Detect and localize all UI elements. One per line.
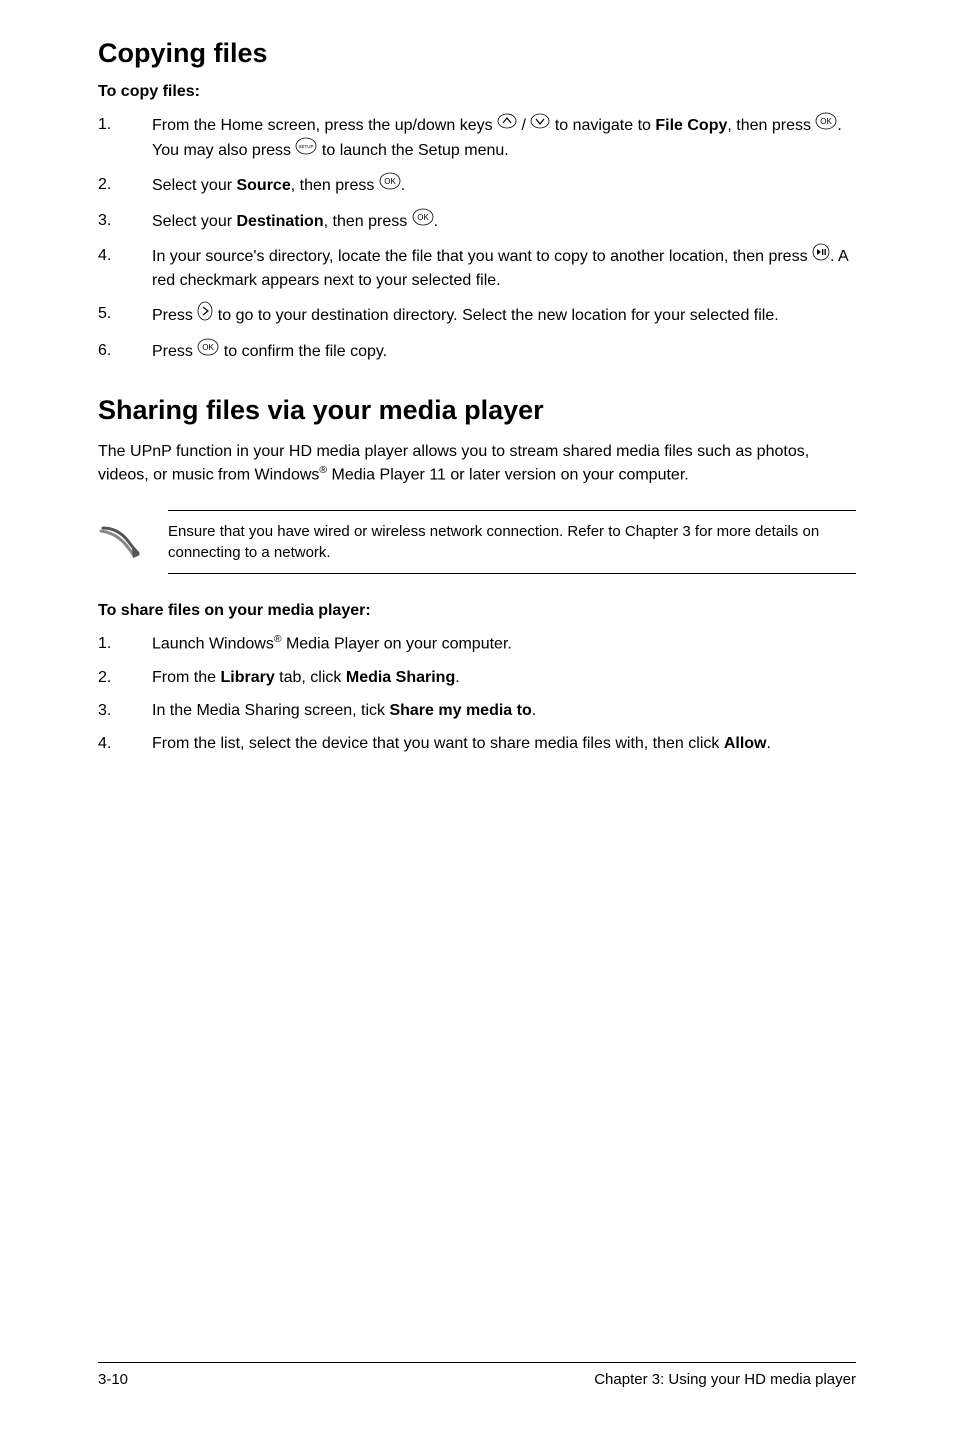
sharing-body: The UPnP function in your HD media playe… [98, 440, 856, 487]
setup-key-icon: SETUP [295, 137, 317, 162]
ok-key-icon: OK [412, 208, 434, 233]
registered-symbol: ® [319, 465, 327, 476]
right-key-icon [197, 301, 213, 328]
copy-step-4: In your source's directory, locate the f… [98, 244, 856, 292]
heading-sharing-files: Sharing files via your media player [98, 395, 856, 426]
share-steps-list: Launch Windows® Media Player on your com… [98, 632, 856, 755]
copy-step-2: Select your Source, then press OK. [98, 173, 856, 198]
note-block: Ensure that you have wired or wireless n… [98, 510, 856, 574]
note-icon [98, 523, 168, 561]
svg-text:OK: OK [203, 343, 215, 352]
copy-step-5: Press to go to your destination director… [98, 302, 856, 329]
copy-step-6: Press OK to confirm the file copy. [98, 339, 856, 364]
registered-symbol: ® [274, 634, 282, 645]
up-key-icon [497, 113, 517, 136]
svg-text:SETUP: SETUP [299, 144, 314, 149]
svg-text:OK: OK [384, 177, 396, 186]
share-step-3: In the Media Sharing screen, tick Share … [98, 699, 856, 722]
divider [168, 573, 856, 574]
svg-text:OK: OK [417, 213, 429, 222]
play-pause-key-icon [812, 243, 830, 268]
svg-text:OK: OK [821, 117, 833, 126]
ok-key-icon: OK [815, 112, 837, 137]
share-step-4: From the list, select the device that yo… [98, 732, 856, 755]
copy-step-3: Select your Destination, then press OK. [98, 209, 856, 234]
subhead-to-copy: To copy files: [98, 83, 856, 101]
divider [98, 1362, 856, 1363]
chapter-label: Chapter 3: Using your HD media player [594, 1371, 856, 1388]
subhead-to-share: To share files on your media player: [98, 602, 856, 620]
heading-copying-files: Copying files [98, 38, 856, 69]
ok-key-icon: OK [379, 172, 401, 197]
down-key-icon [530, 113, 550, 136]
share-step-2: From the Library tab, click Media Sharin… [98, 666, 856, 689]
page-footer: 3-10 Chapter 3: Using your HD media play… [98, 1362, 856, 1388]
copy-step-1: From the Home screen, press the up/down … [98, 113, 856, 163]
page-number: 3-10 [98, 1371, 128, 1388]
copy-steps-list: From the Home screen, press the up/down … [98, 113, 856, 365]
share-step-1: Launch Windows® Media Player on your com… [98, 632, 856, 656]
note-text: Ensure that you have wired or wireless n… [168, 521, 856, 563]
ok-key-icon: OK [197, 338, 219, 363]
